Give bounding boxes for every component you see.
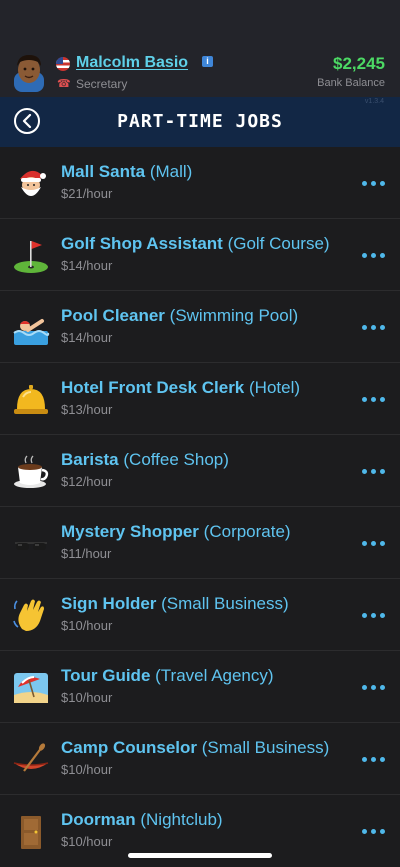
service-bell-icon — [14, 385, 48, 414]
job-row[interactable]: Camp Counselor (Small Business) $10/hour — [0, 723, 400, 795]
golf-flag-icon — [14, 241, 48, 273]
santa-icon — [20, 170, 46, 196]
more-options-button[interactable] — [360, 534, 390, 554]
job-pay: $10/hour — [61, 690, 113, 705]
telephone-icon: ☎ — [57, 78, 71, 90]
more-options-button[interactable] — [360, 318, 390, 338]
job-location: (Swimming Pool) — [169, 306, 299, 325]
avatar[interactable] — [10, 52, 48, 92]
door-icon — [21, 816, 41, 849]
us-flag-icon — [56, 57, 70, 71]
job-title: Pool Cleaner — [61, 306, 165, 325]
job-row[interactable]: Mall Santa (Mall) $21/hour — [0, 147, 400, 219]
job-location: (Hotel) — [249, 378, 301, 397]
job-pay: $12/hour — [61, 474, 113, 489]
job-row[interactable]: Pool Cleaner (Swimming Pool) $14/hour — [0, 291, 400, 363]
more-options-button[interactable] — [360, 174, 390, 194]
job-location: (Mall) — [149, 162, 193, 181]
job-row[interactable]: Barista (Coffee Shop) $12/hour — [0, 435, 400, 507]
job-pay: $14/hour — [61, 258, 113, 273]
job-location: (Small Business) — [161, 594, 289, 613]
bank-balance: $2,245 — [333, 54, 385, 73]
job-title: Sign Holder — [61, 594, 157, 613]
job-location: (Corporate) — [203, 522, 291, 541]
more-options-button[interactable] — [360, 606, 390, 626]
job-pay: $13/hour — [61, 402, 113, 417]
canoe-icon — [13, 743, 49, 772]
coffee-cup-icon — [14, 455, 49, 488]
more-options-button[interactable] — [360, 678, 390, 698]
job-row[interactable]: Sign Holder (Small Business) $10/hour — [0, 579, 400, 651]
swimmer-icon — [13, 319, 50, 345]
job-title: Mystery Shopper — [61, 522, 199, 541]
sunglasses-icon — [15, 542, 47, 550]
job-location: (Coffee Shop) — [123, 450, 229, 469]
job-row[interactable]: Hotel Front Desk Clerk (Hotel) $13/hour — [0, 363, 400, 435]
job-title: Barista — [61, 450, 119, 469]
more-options-button[interactable] — [360, 822, 390, 842]
job-location: (Small Business) — [201, 738, 330, 757]
job-pay: $14/hour — [61, 330, 113, 345]
job-pay: $10/hour — [61, 762, 113, 777]
job-title: Doorman — [61, 810, 136, 829]
bank-balance-label: Bank Balance — [317, 77, 385, 89]
job-title: Golf Shop Assistant — [61, 234, 223, 253]
job-pay: $11/hour — [61, 546, 112, 561]
job-title: Tour Guide — [61, 666, 151, 685]
job-title: Mall Santa — [61, 162, 146, 181]
page-title: PART-TIME JOBS — [117, 111, 283, 132]
job-location: (Travel Agency) — [155, 666, 274, 685]
job-pay: $10/hour — [61, 834, 113, 849]
job-location: (Golf Course) — [227, 234, 330, 253]
job-list: Mall Santa (Mall) $21/hour Golf Shop Ass… — [0, 147, 400, 867]
job-location: (Nightclub) — [140, 810, 223, 829]
job-title: Hotel Front Desk Clerk — [61, 378, 245, 397]
job-row[interactable]: Tour Guide (Travel Agency) $10/hour — [0, 651, 400, 723]
version-label: v1.3.4 — [364, 98, 384, 105]
player-name[interactable]: Malcolm Basio — [76, 54, 188, 72]
job-row[interactable]: Mystery Shopper (Corporate) $11/hour — [0, 507, 400, 579]
info-icon[interactable]: i — [202, 56, 213, 67]
more-options-button[interactable] — [360, 246, 390, 266]
job-row[interactable]: Golf Shop Assistant (Golf Course) $14/ho… — [0, 219, 400, 291]
profile-header: Malcolm Basio i ☎ Secretary $2,245 Bank … — [0, 0, 400, 97]
job-pay: $10/hour — [61, 618, 113, 633]
job-pay: $21/hour — [61, 186, 113, 201]
job-title: Camp Counselor — [61, 738, 198, 757]
home-indicator[interactable] — [128, 853, 272, 858]
title-bar: PART-TIME JOBS — [0, 97, 400, 147]
more-options-button[interactable] — [360, 750, 390, 770]
more-options-button[interactable] — [360, 462, 390, 482]
player-role: Secretary — [76, 77, 128, 91]
more-options-button[interactable] — [360, 390, 390, 410]
beach-umbrella-icon — [14, 673, 48, 703]
waving-hand-icon — [13, 599, 44, 631]
